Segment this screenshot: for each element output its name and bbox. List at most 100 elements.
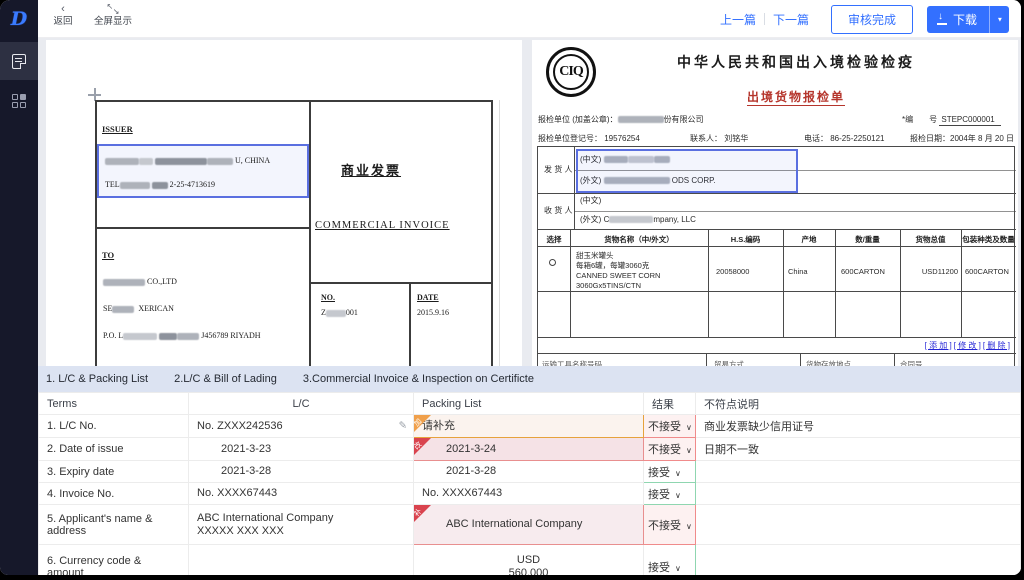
- review-done-button[interactable]: 审核完成: [830, 4, 913, 34]
- inspection-subtitle: 出境货物报检单: [746, 90, 845, 106]
- chevron-down-icon: ∨: [675, 468, 681, 478]
- goods-origin: China: [788, 267, 808, 276]
- result-select[interactable]: 接受 ∨: [643, 460, 696, 483]
- comparison-table: Terms L/C Packing List 结果 不符点说明 1. L/C N…: [38, 392, 1021, 575]
- packing-value-cell: 补 ABC International Company: [413, 504, 644, 545]
- packing-value-cell: USD 560,000: [413, 544, 644, 575]
- form-no: *编 号 STEPC000001: [902, 114, 1001, 126]
- invoice-date-label: DATE: [417, 293, 439, 302]
- comparison-row: 4. Invoice No. No. XXXX67443 No. XXXX67443…: [38, 482, 1021, 505]
- caret-down-icon: ▼: [996, 15, 1003, 23]
- to-line2: SE XERICAN: [103, 304, 174, 313]
- consignor-highlight-box[interactable]: [576, 149, 798, 193]
- goods-col-header: H.S.编码: [730, 235, 761, 244]
- col-packing: Packing List: [413, 392, 644, 415]
- col-result: 结果: [643, 392, 696, 415]
- edit-pencil-icon[interactable]: ✎: [399, 421, 407, 432]
- goods-hs-code: 20058000: [716, 267, 750, 276]
- goods-quantity: 600CARTON: [841, 267, 885, 276]
- grid-icon: [12, 94, 26, 108]
- col-terms: Terms: [38, 392, 189, 415]
- inspection-title: 中华人民共和国出入境检验检疫: [677, 56, 915, 71]
- result-select[interactable]: 接受 ∨: [643, 482, 696, 505]
- consignee-en: (外文) Cmpany, LLC: [580, 215, 696, 224]
- fullscreen-icon: ↖ ↘: [106, 2, 120, 16]
- goods-col-header: 产地: [801, 235, 817, 244]
- phone: 电话： 86-25-2250121: [804, 134, 885, 143]
- back-button[interactable]: ‹ 返回: [46, 3, 80, 28]
- discrepancy-note-cell: 商业发票缺少信用证号: [695, 414, 1021, 438]
- sidebar-item-apps[interactable]: [0, 82, 38, 120]
- goods-action-link-2[interactable]: [ 修 改 ]: [954, 340, 981, 351]
- contact: 联系人： 刘铭华: [690, 134, 749, 143]
- issuer-highlight-box[interactable]: [97, 144, 309, 198]
- comparison-row: 1. L/C No. No. ZXXX242536 ✎ 加请补充 不接受 ∨ 商业发票缺少信…: [38, 414, 1021, 438]
- invoice-no-label: NO.: [321, 293, 335, 302]
- discrepancy-note-cell: 日期不一致: [695, 437, 1021, 461]
- document-icon: [12, 53, 26, 69]
- term-cell: 5. Applicant's name & address: [38, 504, 189, 545]
- issuer-label: ISSUER: [102, 124, 133, 134]
- result-select[interactable]: 不接受 ∨: [643, 414, 696, 438]
- invoice-date-value: 2015.9.16: [417, 308, 449, 317]
- invoice-no-value: Z 001: [321, 308, 358, 317]
- comparison-row: 5. Applicant's name & address ABC Interna…: [38, 504, 1021, 545]
- to-label: TO: [102, 250, 115, 260]
- sidebar: D: [0, 0, 38, 575]
- goods-col-header: 货物总值: [915, 235, 946, 244]
- next-doc-link[interactable]: 下一篇: [765, 11, 817, 28]
- lc-value-cell: ABC International Company XXXXX XXX XXX: [188, 504, 414, 545]
- tab-1[interactable]: 1. L/C & Packing List: [46, 373, 148, 385]
- diff-corner-badge: 补: [414, 505, 431, 522]
- lc-value-cell: [188, 544, 414, 575]
- ciq-logo: CIQ: [546, 47, 596, 97]
- discrepancy-note-cell: [695, 544, 1021, 575]
- chevron-down-icon: ∨: [686, 521, 692, 531]
- tab-2[interactable]: 2.L/C & Bill of Lading: [174, 373, 277, 385]
- discrepancy-note-cell: [695, 460, 1021, 483]
- packing-value-cell: 2021-3-28: [413, 460, 644, 483]
- diff-corner-badge: 加: [414, 415, 431, 432]
- result-select[interactable]: 不接受 ∨: [643, 504, 696, 545]
- goods-action-link-3[interactable]: [ 删 除 ]: [983, 340, 1010, 351]
- lc-value-cell: No. XXXX67443: [188, 482, 414, 505]
- term-cell: 6. Currency code & amount: [38, 544, 189, 575]
- term-cell: 4. Invoice No.: [38, 482, 189, 505]
- goods-col-header: 货物名称（中/外文）: [604, 235, 674, 244]
- app-logo: D: [10, 8, 28, 30]
- lc-value-cell: No. ZXXX242536 ✎: [188, 414, 414, 438]
- result-select[interactable]: 不接受 ∨: [643, 437, 696, 461]
- result-select[interactable]: 接受 ∨: [643, 544, 696, 575]
- lc-value-cell: 2021-3-28: [188, 460, 414, 483]
- chevron-down-icon: ∨: [686, 446, 692, 455]
- unit-line: 报检单位 (加盖公章)： 份有限公司: [538, 115, 704, 124]
- packing-value-cell: 改 2021-3-24: [413, 437, 644, 461]
- comparison-header-row: Terms L/C Packing List 结果 不符点说明: [38, 392, 1021, 415]
- consignor-label: 发 货 人: [544, 165, 573, 174]
- prev-doc-link[interactable]: 上一篇: [712, 11, 764, 28]
- tab-3[interactable]: 3.Commercial Invoice & Inspection on Cer…: [303, 373, 534, 385]
- download-split-button: 下载 ▼: [926, 5, 1009, 33]
- goods-action-link-1[interactable]: [ 添 加 ]: [925, 340, 952, 351]
- goods-col-header: 数/重量: [855, 235, 880, 244]
- download-caret-button[interactable]: ▼: [989, 5, 1009, 33]
- consignee-label: 收 货 人: [544, 206, 573, 215]
- chevron-left-icon: ‹: [61, 3, 65, 15]
- download-icon: [936, 11, 947, 25]
- comparison-row: 2. Date of issue 2021-3-23 改 2021-3-24 不接受 ∨ 日…: [38, 437, 1021, 461]
- download-button[interactable]: 下载: [926, 5, 989, 33]
- fullscreen-label: 全屏显示: [94, 16, 133, 27]
- goods-total-value: USD11200: [921, 267, 958, 276]
- screen: D ‹ 返回 ↖ ↘ 全屏显示 上一篇 下一篇 审核完成 ↓ 下载 ▼ ISSU…: [0, 0, 1024, 580]
- to-line3: P.O. L J456789 RIYADH: [103, 331, 261, 340]
- discrepancy-note-cell: [695, 482, 1021, 505]
- issuer-line1: U, CHINA: [105, 156, 270, 165]
- comparison-row: 3. Expiry date 2021-3-28 2021-3-28 接受 ∨: [38, 460, 1021, 483]
- fullscreen-button[interactable]: ↖ ↘ 全屏显示: [94, 3, 132, 28]
- chevron-down-icon: ∨: [686, 423, 692, 432]
- topbar: ‹ 返回 ↖↘ 全屏显示 上一篇 下一篇 审核完成 下载 ▼: [38, 0, 1021, 38]
- to-line1: CO.,LTD: [103, 277, 177, 286]
- packing-value-cell: No. XXXX67443: [413, 482, 644, 505]
- goods-row-radio[interactable]: [549, 259, 556, 266]
- sidebar-item-documents[interactable]: [0, 42, 38, 80]
